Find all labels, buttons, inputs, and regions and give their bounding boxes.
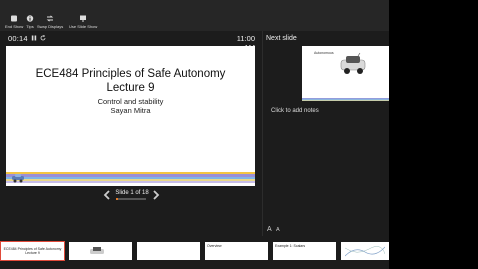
tips-button[interactable]: Tips	[26, 15, 34, 29]
next-slide-preview[interactable]: Autonomous	[302, 46, 389, 101]
restart-timer-icon[interactable]	[40, 35, 46, 41]
filmstrip-thumb-1[interactable]: ECE484 Principles of Safe Autonomy Lectu…	[0, 241, 65, 261]
vehicle-image	[90, 247, 104, 254]
slide-counter[interactable]: Slide 1 of 18	[112, 190, 152, 196]
monitor-icon	[80, 15, 87, 22]
next-slide-heading: Autonomous	[314, 51, 334, 55]
current-slide[interactable]: ECE484 Principles of Safe Autonomy Lectu…	[6, 46, 255, 186]
footer-stripe	[6, 181, 255, 184]
previous-slide-button[interactable]	[103, 190, 111, 200]
use-slide-show-button[interactable]: Use Slide Show	[69, 15, 97, 29]
panel-divider	[262, 31, 263, 236]
end-show-icon	[11, 15, 18, 22]
slide-filmstrip: ECE484 Principles of Safe Autonomy Lectu…	[0, 236, 389, 269]
filmstrip-thumb-text: Overview	[207, 244, 222, 248]
footer-stripes	[6, 172, 255, 186]
slide-subtitle: Control and stability Sayan Mitra	[6, 97, 255, 115]
elapsed-timer: 00:14	[8, 34, 28, 43]
audience-edge	[389, 0, 478, 269]
slide-title-line2: Lecture 9	[106, 82, 155, 94]
slide-progress-bar	[116, 198, 146, 200]
slide-title-line1: ECE484 Principles of Safe Autonomy	[35, 68, 226, 80]
end-show-label: End Show	[5, 24, 24, 29]
next-slide-stripes	[302, 98, 389, 101]
filmstrip-thumb-text	[137, 242, 200, 246]
next-slide-label: Next slide	[266, 35, 297, 42]
pause-icon[interactable]	[31, 35, 37, 41]
filmstrip-thumb-text: Example 1: Scalars	[275, 244, 306, 248]
slide-subtitle-line2: Sayan Mitra	[110, 106, 151, 115]
use-slide-show-label: Use Slide Show	[69, 24, 98, 29]
presenter-toolbar: End Show Tips Swap Displays Use Slide Sh…	[0, 0, 389, 31]
filmstrip-thumb-3[interactable]	[137, 242, 200, 260]
slide-subtitle-line1: Control and stability	[97, 97, 164, 106]
notes-area[interactable]: Click to add notes	[271, 108, 319, 114]
swap-displays-label: Swap Displays	[37, 24, 64, 29]
filmstrip-thumb-6[interactable]	[341, 242, 389, 260]
vehicle-image	[340, 52, 366, 74]
decrease-font-button[interactable]: A	[276, 227, 280, 233]
increase-font-button[interactable]: A	[267, 226, 272, 233]
filmstrip-thumb-text: ECE484 Principles of Safe Autonomy Lectu…	[3, 247, 62, 255]
swap-icon	[46, 15, 54, 22]
filmstrip-thumb-5[interactable]: Example 1: Scalars	[273, 242, 336, 260]
slide-title: ECE484 Principles of Safe Autonomy Lectu…	[6, 67, 255, 95]
plot-image	[345, 246, 385, 257]
slide-progress-fill	[116, 198, 118, 200]
swap-displays-button[interactable]: Swap Displays	[37, 15, 63, 29]
tips-label: Tips	[26, 24, 34, 29]
end-show-button[interactable]: End Show	[5, 15, 23, 29]
filmstrip-thumb-2[interactable]	[69, 242, 132, 260]
info-icon	[26, 15, 34, 22]
filmstrip-thumb-4[interactable]: Overview	[205, 242, 268, 260]
next-slide-button[interactable]	[152, 190, 160, 200]
car-logo-icon	[12, 174, 24, 183]
